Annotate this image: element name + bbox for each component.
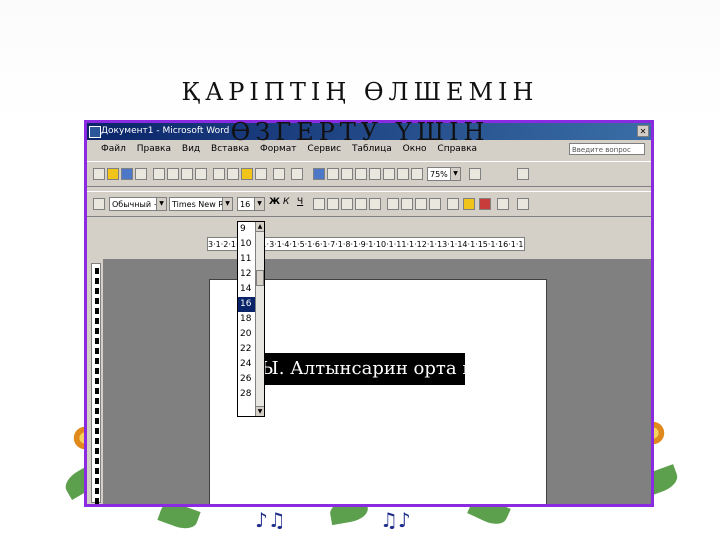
scroll-thumb[interactable]	[256, 270, 264, 286]
styles-icon[interactable]	[93, 198, 105, 210]
justify-icon[interactable]	[355, 198, 367, 210]
toolbar-options-icon[interactable]	[517, 198, 529, 210]
zoom-value: 75%	[430, 170, 448, 179]
italic-button[interactable]: К	[283, 197, 289, 207]
copy-icon[interactable]	[227, 168, 239, 180]
open-folder-icon[interactable]	[107, 168, 119, 180]
spelling-icon[interactable]	[181, 168, 193, 180]
permission-icon[interactable]	[135, 168, 147, 180]
cut-icon[interactable]	[213, 168, 225, 180]
insert-excel-icon[interactable]	[355, 168, 367, 180]
align-left-icon[interactable]	[313, 198, 325, 210]
numbering-icon[interactable]	[387, 198, 399, 210]
vertical-ruler[interactable]	[91, 263, 101, 504]
line-spacing-icon[interactable]	[369, 198, 381, 210]
standard-toolbar: 75% ▼	[87, 161, 651, 187]
scroll-up-icon[interactable]: ▲	[256, 222, 264, 232]
format-painter-icon[interactable]	[255, 168, 267, 180]
bold-button[interactable]: Ж	[269, 197, 280, 207]
insert-table-icon[interactable]	[341, 168, 353, 180]
word-screenshot: Документ1 - Microsoft Word ✕ Файл Правка…	[84, 120, 654, 507]
scroll-down-icon[interactable]: ▼	[256, 406, 264, 416]
chevron-down-icon: ▼	[222, 198, 232, 210]
slide-title-line1: ҚАРІПТІҢ ӨЛШЕМІН	[181, 78, 539, 106]
print-icon[interactable]	[153, 168, 165, 180]
hyperlink-icon[interactable]	[313, 168, 325, 180]
bullets-icon[interactable]	[401, 198, 413, 210]
decrease-indent-icon[interactable]	[415, 198, 427, 210]
dropdown-scrollbar[interactable]: ▲ ▼	[255, 222, 264, 416]
font-size-value: 16	[240, 200, 251, 209]
align-center-icon[interactable]	[327, 198, 339, 210]
music-note-icon: ♫♪	[380, 508, 411, 532]
save-icon[interactable]	[121, 168, 133, 180]
research-icon[interactable]	[195, 168, 207, 180]
font-select[interactable]: Times New Roman ▼	[169, 197, 233, 211]
chevron-down-icon: ▼	[156, 198, 166, 210]
increase-indent-icon[interactable]	[429, 198, 441, 210]
tables-icon[interactable]	[327, 168, 339, 180]
music-note-icon: ♪♫	[255, 508, 286, 532]
font-size-select[interactable]: 16 ▼	[237, 197, 265, 211]
columns-icon[interactable]	[369, 168, 381, 180]
slide-title-line2: ӨЗГЕРТУ ҮШІН	[230, 118, 490, 146]
underline-button[interactable]: Ч	[297, 197, 303, 207]
read-icon[interactable]	[469, 168, 481, 180]
chevron-down-icon: ▼	[254, 198, 264, 210]
align-right-icon[interactable]	[341, 198, 353, 210]
print-preview-icon[interactable]	[167, 168, 179, 180]
drawing-icon[interactable]	[383, 168, 395, 180]
paste-icon[interactable]	[241, 168, 253, 180]
new-document-icon[interactable]	[93, 168, 105, 180]
zoom-select[interactable]: 75% ▼	[427, 167, 461, 181]
selected-document-text[interactable]: Ы. Алтынсарин орта мектебі	[257, 353, 465, 385]
chevron-down-icon: ▼	[450, 168, 460, 180]
toolbar-options-icon[interactable]	[517, 168, 529, 180]
superscript-icon[interactable]	[497, 198, 509, 210]
formatting-toolbar: Обычный + 8 пт ▼ Times New Roman ▼ 16 ▼ …	[87, 191, 651, 217]
style-select[interactable]: Обычный + 8 пт ▼	[109, 197, 167, 211]
document-map-icon[interactable]	[397, 168, 409, 180]
font-color-icon[interactable]	[479, 198, 491, 210]
show-hide-icon[interactable]	[411, 168, 423, 180]
border-icon[interactable]	[447, 198, 459, 210]
highlight-icon[interactable]	[463, 198, 475, 210]
redo-icon[interactable]	[291, 168, 303, 180]
font-size-dropdown[interactable]: 9 10 11 12 14 16 18 20 22 24 26 28 ▲ ▼	[237, 221, 265, 417]
undo-icon[interactable]	[273, 168, 285, 180]
